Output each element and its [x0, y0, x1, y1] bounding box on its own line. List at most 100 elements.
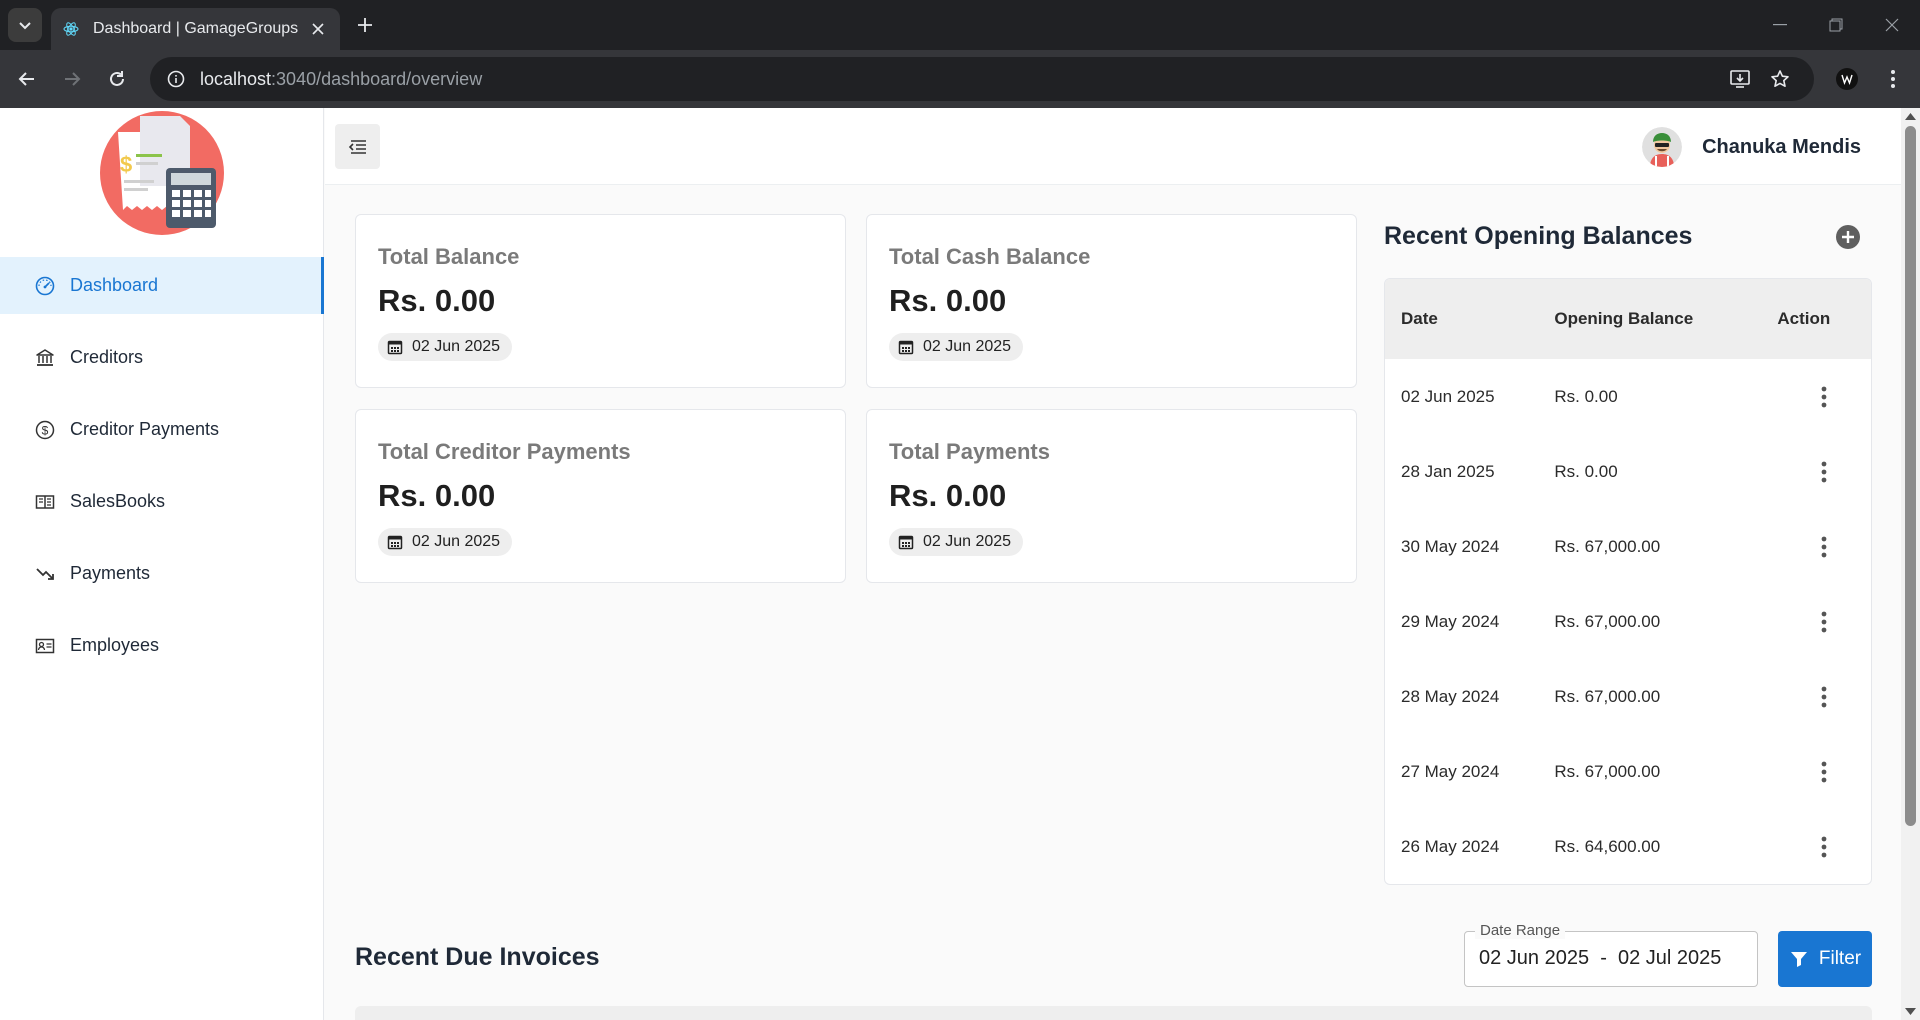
filter-icon	[1789, 949, 1809, 969]
column-header-opening-balance: Opening Balance	[1554, 309, 1694, 328]
sidebar-item-employees[interactable]: Employees	[0, 617, 324, 674]
cell-opening-balance: Rs. 67,000.00	[1554, 611, 1661, 631]
card-title: Total Balance	[378, 244, 520, 269]
card-total-payments: Total Payments Rs. 0.00 02 Jun 2025	[866, 409, 1357, 583]
url-text: localhost:3040/dashboard/overview	[200, 69, 1720, 90]
more-vertical-icon	[1821, 536, 1827, 557]
sidebar-item-payments[interactable]: Payments	[0, 545, 324, 602]
cell-date: 30 May 2024	[1401, 536, 1500, 556]
arrow-left-icon	[18, 72, 34, 86]
card-total-cash-balance: Total Cash Balance Rs. 0.00 02 Jun 2025	[866, 214, 1357, 388]
sidebar-toggle-button[interactable]	[335, 124, 380, 169]
date-chip: 02 Jun 2025	[889, 333, 1024, 361]
sidebar-item-dashboard[interactable]: Dashboard	[0, 257, 324, 314]
back-button[interactable]	[10, 62, 44, 96]
menu-collapse-icon	[348, 139, 366, 154]
user-menu[interactable]: Chanuka Mendis	[1642, 127, 1861, 167]
sidebar: $ Dashboard Creditors $ Creditor Payment…	[0, 108, 324, 1020]
minimize-button[interactable]	[1752, 0, 1808, 50]
cell-date: 28 Jan 2025	[1401, 461, 1495, 481]
card-total-creditor-payments: Total Creditor Payments Rs. 0.00 02 Jun …	[355, 409, 846, 583]
close-window-button[interactable]	[1864, 0, 1920, 50]
cell-opening-balance: Rs. 67,000.00	[1554, 686, 1661, 706]
chip-date: 02 Jun 2025	[412, 533, 501, 550]
profile-icon	[1836, 68, 1858, 90]
scrollbar-thumb[interactable]	[1905, 126, 1916, 826]
calendar-icon	[897, 533, 915, 551]
id-card-icon	[34, 635, 56, 657]
table-row: 28 Jan 2025 Rs. 0.00	[1385, 434, 1871, 509]
new-tab-button[interactable]	[352, 12, 378, 38]
sidebar-item-creditors[interactable]: Creditors	[0, 329, 324, 386]
sidebar-item-label: SalesBooks	[70, 491, 166, 511]
sidebar-item-label: Creditors	[70, 347, 144, 367]
row-actions-button[interactable]	[1812, 682, 1836, 712]
card-value: Rs. 0.00	[889, 478, 1007, 513]
chip-date: 02 Jun 2025	[412, 338, 501, 355]
reload-button[interactable]	[100, 62, 134, 96]
url-path: :3040/dashboard/overview	[271, 68, 483, 89]
row-actions-button[interactable]	[1812, 457, 1836, 487]
filter-button-label: Filter	[1818, 948, 1862, 969]
scroll-up-arrow-icon	[1905, 113, 1916, 120]
forward-button[interactable]	[55, 62, 89, 96]
page-scrollbar[interactable]	[1901, 108, 1920, 1020]
opening-balances-table: Date Opening Balance Action 02 Jun 2025 R…	[1384, 278, 1872, 885]
top-app-bar: Chanuka Mendis	[325, 108, 1901, 185]
site-info-icon[interactable]	[154, 70, 198, 88]
avatar[interactable]	[1642, 127, 1683, 167]
sidebar-item-salesbooks[interactable]: SalesBooks	[0, 473, 324, 530]
more-vertical-icon	[1821, 461, 1827, 482]
table-row: 02 Jun 2025 Rs. 0.00	[1385, 359, 1871, 434]
row-actions-button[interactable]	[1812, 382, 1836, 412]
browser-tab-active[interactable]: Dashboard | GamageGroups	[51, 8, 340, 50]
row-actions-button[interactable]	[1812, 532, 1836, 562]
user-name: Chanuka Mendis	[1702, 135, 1861, 158]
address-bar[interactable]: localhost:3040/dashboard/overview	[150, 57, 1814, 101]
cell-opening-balance: Rs. 0.00	[1554, 461, 1618, 481]
table-row: 28 May 2024 Rs. 67,000.00	[1385, 659, 1871, 734]
page-viewport: $ Dashboard Creditors $ Creditor Payment…	[0, 108, 1920, 1020]
date-range-field[interactable]: Date Range 02 Jun 2025 - 02 Jul 2025	[1464, 922, 1758, 987]
more-vertical-icon	[1821, 611, 1827, 632]
row-actions-button[interactable]	[1812, 607, 1836, 637]
sidebar-item-label: Dashboard	[70, 275, 159, 295]
react-favicon-icon	[63, 21, 79, 37]
card-title: Total Payments	[889, 439, 1050, 464]
cell-date: 29 May 2024	[1401, 611, 1500, 631]
cell-action	[1777, 457, 1871, 487]
row-actions-button[interactable]	[1812, 832, 1836, 862]
browser-menu-button[interactable]	[1876, 62, 1910, 96]
app-logo: $	[98, 110, 226, 236]
tab-search-button[interactable]	[8, 8, 42, 42]
cell-date: 02 Jun 2025	[1401, 386, 1495, 406]
bookmark-star-icon[interactable]	[1760, 61, 1800, 97]
svg-text:$: $	[42, 423, 49, 437]
card-total-balance: Total Balance Rs. 0.00 02 Jun 2025	[355, 214, 846, 388]
sidebar-item-creditor-payments[interactable]: $ Creditor Payments	[0, 401, 324, 458]
cell-action	[1777, 832, 1871, 862]
calendar-icon	[386, 533, 404, 551]
cell-date: 26 May 2024	[1401, 836, 1500, 856]
calendar-icon	[386, 338, 404, 356]
arrow-right-icon	[65, 72, 81, 86]
table-body: 02 Jun 2025 Rs. 0.00 28 Jan 2025 Rs. 0.00 30…	[1385, 359, 1871, 884]
browser-tab-strip: Dashboard | GamageGroups	[0, 0, 1920, 50]
table-row: 26 May 2024 Rs. 64,600.00	[1385, 809, 1871, 884]
add-opening-balance-button[interactable]	[1835, 224, 1861, 250]
cell-date: 28 May 2024	[1401, 686, 1500, 706]
profile-button[interactable]	[1830, 62, 1864, 96]
table-header-row: Date Opening Balance Action	[1385, 279, 1871, 359]
due-invoices-table-header	[355, 1006, 1872, 1020]
row-actions-button[interactable]	[1812, 757, 1836, 787]
cell-opening-balance: Rs. 67,000.00	[1554, 761, 1661, 781]
install-app-icon[interactable]	[1720, 61, 1760, 97]
restore-button[interactable]	[1808, 0, 1864, 50]
card-value: Rs. 0.00	[889, 283, 1007, 318]
opening-balances-title: Recent Opening Balances	[1384, 222, 1693, 250]
cell-action	[1777, 682, 1871, 712]
close-tab-icon[interactable]	[308, 19, 328, 39]
card-title: Total Creditor Payments	[378, 439, 631, 464]
more-vertical-icon	[1891, 70, 1895, 88]
filter-button[interactable]: Filter	[1778, 931, 1872, 987]
